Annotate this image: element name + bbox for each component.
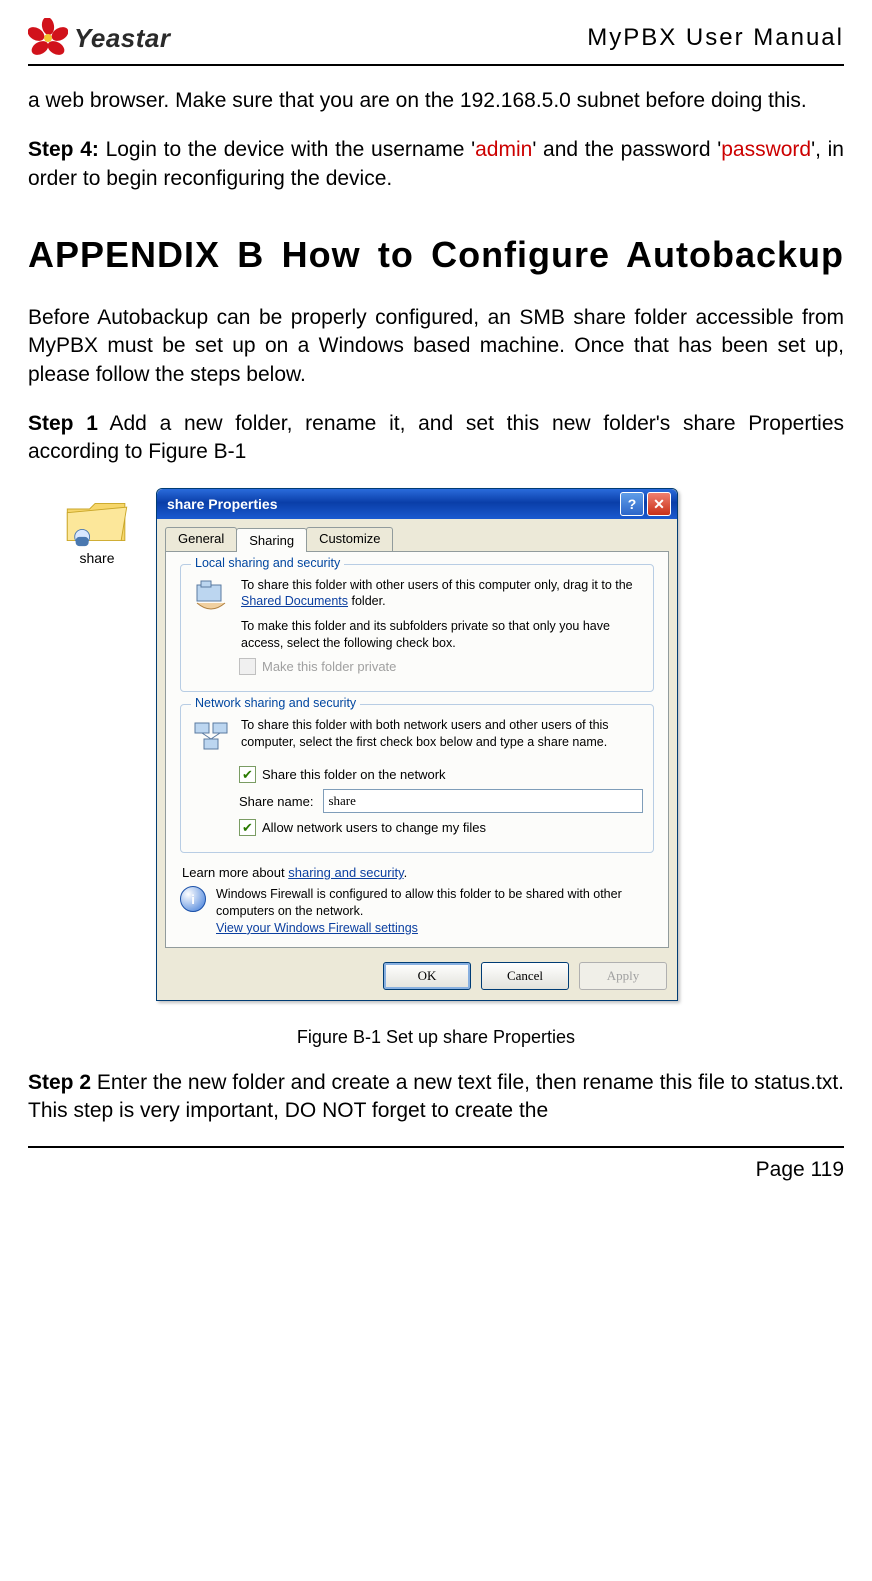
admin-credential: admin [475,138,532,161]
step1-paragraph: Step 1 Add a new folder, rename it, and … [28,410,844,467]
learn-more-row: Learn more about sharing and security. [182,865,654,880]
share-name-label: Share name: [239,794,313,809]
folder-hand-icon [191,577,231,620]
allow-change-label: Allow network users to change my files [262,820,486,835]
step2-label: Step 2 [28,1071,91,1094]
shared-folder-icon: share [52,496,142,566]
allow-change-checkbox[interactable]: ✔ [239,819,256,836]
doc-title: MyPBX User Manual [587,24,844,52]
share-properties-dialog: share Properties ? ✕ General Sharing Cus… [156,488,678,1001]
network-sharing-group: Network sharing and security To share th… [180,704,654,853]
shared-documents-link[interactable]: Shared Documents [241,594,348,608]
cancel-button[interactable]: Cancel [481,962,569,990]
logo-icon [28,18,68,58]
appendix-intro: Before Autobackup can be properly config… [28,304,844,389]
page-number: Page 119 [28,1158,844,1182]
step4-label: Step 4: [28,138,99,161]
network-sharing-title: Network sharing and security [191,696,360,710]
continuation-paragraph: a web browser. Make sure that you are on… [28,87,844,115]
firewall-settings-link[interactable]: View your Windows Firewall settings [216,921,418,935]
ok-button[interactable]: OK [383,962,471,990]
sharing-security-link[interactable]: sharing and security [288,865,403,880]
footer-rule [28,1146,844,1148]
make-private-label: Make this folder private [262,659,396,674]
info-icon: i [180,886,206,912]
brand-name: Yeastar [74,23,171,54]
page-header: Yeastar MyPBX User Manual [28,18,844,66]
network-icon [191,717,231,760]
make-private-checkbox [239,658,256,675]
dialog-title: share Properties [167,496,278,512]
step1-label: Step 1 [28,412,98,435]
share-on-network-checkbox[interactable]: ✔ [239,766,256,783]
step4-paragraph: Step 4: Login to the device with the use… [28,136,844,193]
local-sharing-group: Local sharing and security To share this… [180,564,654,693]
local-sharing-title: Local sharing and security [191,556,344,570]
help-button[interactable]: ? [620,492,644,516]
folder-label: share [79,550,114,566]
dialog-titlebar: share Properties ? ✕ [157,489,677,519]
figure-b1: share share Properties ? ✕ General Shari… [28,488,844,1001]
tab-sharing[interactable]: Sharing [236,528,307,552]
apply-button: Apply [579,962,667,990]
tab-customize[interactable]: Customize [306,527,393,551]
firewall-text: Windows Firewall is configured to allow … [216,886,654,920]
figure-caption: Figure B-1 Set up share Properties [28,1027,844,1048]
dialog-buttons: OK Cancel Apply [157,956,677,1000]
tab-panel-sharing: Local sharing and security To share this… [165,551,669,948]
brand-logo: Yeastar [28,18,171,58]
dialog-tabs: General Sharing Customize [157,519,677,551]
step2-paragraph: Step 2 Enter the new folder and create a… [28,1069,844,1126]
password-credential: password [721,138,811,161]
share-name-input[interactable] [323,789,643,813]
tab-general[interactable]: General [165,527,237,551]
appendix-heading: APPENDIX B How to Configure Autobackup [28,227,844,283]
close-button[interactable]: ✕ [647,492,671,516]
share-on-network-label: Share this folder on the network [262,767,446,782]
